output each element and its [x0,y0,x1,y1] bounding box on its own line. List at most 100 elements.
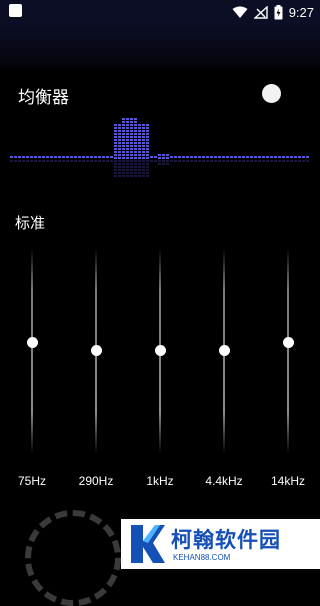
slider-thumb[interactable] [219,345,230,356]
preset-label[interactable]: 标准 [15,212,45,233]
equalizer-toggle[interactable] [262,84,281,103]
spectrum-segment [138,154,141,156]
spectrum-segment [114,130,117,132]
spectrum-reflection [138,172,141,174]
bass-dial[interactable] [25,510,121,606]
spectrum-reflection [166,160,169,162]
spectrum-reflection [126,166,129,168]
spectrum-segment [142,124,145,126]
spectrum-segment [138,133,141,135]
spectrum-reflection [138,169,141,171]
spectrum-segment [142,151,145,153]
spectrum-segment [130,136,133,138]
spectrum-reflection [10,160,13,162]
spectrum-reflection [142,166,145,168]
signal-icon [253,5,268,19]
clock: 9:27 [288,4,314,20]
spectrum-segment [214,156,217,158]
watermark-text: 柯翰软件园 [171,528,281,552]
spectrum-segment [166,154,169,156]
spectrum-reflection [98,160,101,162]
spectrum-segment [98,156,101,158]
spectrum-reflection [78,160,81,162]
spectrum-segment [178,156,181,158]
spectrum-reflection [26,160,29,162]
slider-thumb[interactable] [155,345,166,356]
spectrum-segment [230,156,233,158]
spectrum-segment [142,154,145,156]
spectrum-segment [118,127,121,129]
spectrum-segment [182,156,185,158]
spectrum-reflection [114,166,117,168]
spectrum-segment [130,145,133,147]
spectrum-segment [142,142,145,144]
spectrum-segment [122,121,125,123]
spectrum-segment [58,156,61,158]
spectrum-reflection [134,172,137,174]
spectrum-segment [26,156,29,158]
spectrum-visualizer [10,118,309,177]
spectrum-segment [274,156,277,158]
spectrum-reflection [146,163,149,165]
spectrum-reflection [158,160,161,162]
spectrum-reflection [134,169,137,171]
spectrum-reflection [266,160,269,162]
spectrum-segment [166,157,169,159]
spectrum-segment [118,145,121,147]
spectrum-segment [142,133,145,135]
spectrum-reflection [82,160,85,162]
spectrum-segment [146,133,149,135]
spectrum-segment [250,156,253,158]
eq-band-label: 1kHz [146,474,174,488]
spectrum-reflection [226,160,229,162]
slider-thumb[interactable] [27,336,38,348]
spectrum-reflection [74,160,77,162]
spectrum-segment [94,156,97,158]
spectrum-reflection [154,160,157,162]
spectrum-segment [110,156,113,158]
spectrum-reflection [170,160,173,162]
spectrum-reflection [234,160,237,162]
spectrum-segment [138,136,141,138]
spectrum-segment [142,136,145,138]
spectrum-segment [42,156,45,158]
eq-band-slider[interactable] [273,248,303,453]
spectrum-reflection [138,166,141,168]
spectrum-segment [134,145,137,147]
spectrum-segment [34,156,37,158]
eq-band-slider[interactable] [145,248,175,453]
spectrum-segment [222,156,225,158]
spectrum-segment [146,157,149,159]
spectrum-segment [130,118,133,120]
spectrum-reflection [114,172,117,174]
spectrum-segment [146,151,149,153]
spectrum-reflection [118,163,121,165]
eq-band-slider[interactable] [17,248,47,453]
spectrum-reflection [126,172,129,174]
spectrum-reflection [126,169,129,171]
spectrum-segment [82,156,85,158]
spectrum-segment [130,133,133,135]
eq-band-label: 75Hz [17,474,46,488]
spectrum-segment [18,156,21,158]
spectrum-reflection [286,160,289,162]
spectrum-segment [146,136,149,138]
spectrum-reflection [194,160,197,162]
spectrum-segment [126,133,129,135]
spectrum-segment [146,154,149,156]
app-header [0,24,320,70]
spectrum-segment [118,151,121,153]
slider-thumb[interactable] [283,336,294,348]
spectrum-reflection [262,160,265,162]
spectrum-reflection [86,160,89,162]
eq-band-slider[interactable] [209,248,239,453]
spectrum-segment [134,136,137,138]
spectrum-reflection [298,160,301,162]
spectrum-reflection [50,160,53,162]
spectrum-segment [154,156,157,158]
spectrum-reflection [122,175,125,177]
eq-band-slider[interactable] [81,248,111,453]
slider-thumb[interactable] [91,345,102,356]
spectrum-segment [254,156,257,158]
spectrum-reflection [146,169,149,171]
